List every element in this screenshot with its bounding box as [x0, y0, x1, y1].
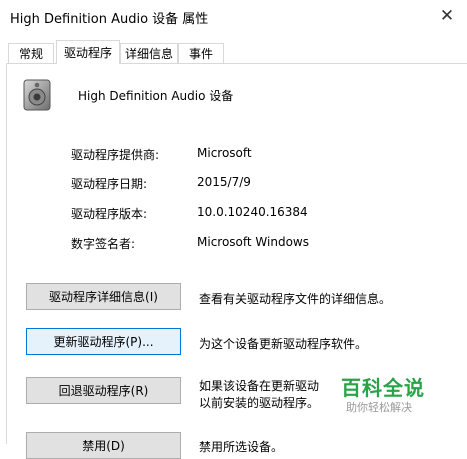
signer-value: Microsoft Windows	[197, 235, 309, 249]
disable-device-button[interactable]: 禁用(D)	[26, 432, 181, 459]
tab-events[interactable]: 事件	[178, 43, 224, 63]
update-driver-description: 为这个设备更新驱动程序软件。	[199, 337, 368, 351]
device-name: High Definition Audio 设备	[78, 89, 234, 103]
driver-details-description: 查看有关驱动程序文件的详细信息。	[199, 292, 392, 306]
update-driver-button[interactable]: 更新驱动程序(P)...	[26, 328, 181, 355]
driver-details-button[interactable]: 驱动程序详细信息(I)	[26, 283, 181, 310]
tab-strip: 常规 驱动程序 详细信息 事件	[0, 40, 467, 64]
tab-general[interactable]: 常规	[8, 43, 54, 63]
rollback-description-line2: 以前安装的驱动程序。	[199, 396, 320, 410]
window-title: High Definition Audio 设备 属性	[10, 12, 209, 27]
disable-device-description: 禁用所选设备。	[199, 440, 284, 454]
provider-label: 驱动程序提供商:	[71, 148, 160, 162]
rollback-description-line1: 如果该设备在更新驱动	[199, 379, 320, 393]
version-label: 驱动程序版本:	[71, 207, 148, 221]
title-bar: High Definition Audio 设备 属性 ✕	[0, 0, 467, 32]
version-value: 10.0.10240.16384	[197, 205, 308, 219]
date-value: 2015/7/9	[197, 175, 251, 189]
date-label: 驱动程序日期:	[71, 177, 148, 191]
provider-value: Microsoft	[197, 146, 252, 160]
tab-details[interactable]: 详细信息	[120, 43, 178, 63]
close-icon[interactable]: ✕	[427, 0, 467, 32]
tab-driver[interactable]: 驱动程序	[56, 40, 120, 64]
speaker-icon	[23, 79, 51, 111]
watermark-logo-text: 百科全说	[341, 376, 425, 400]
signer-label: 数字签名者:	[71, 237, 136, 251]
rollback-driver-button[interactable]: 回退驱动程序(R)	[26, 377, 181, 404]
watermark-tagline: 助你轻松解决	[346, 401, 412, 414]
